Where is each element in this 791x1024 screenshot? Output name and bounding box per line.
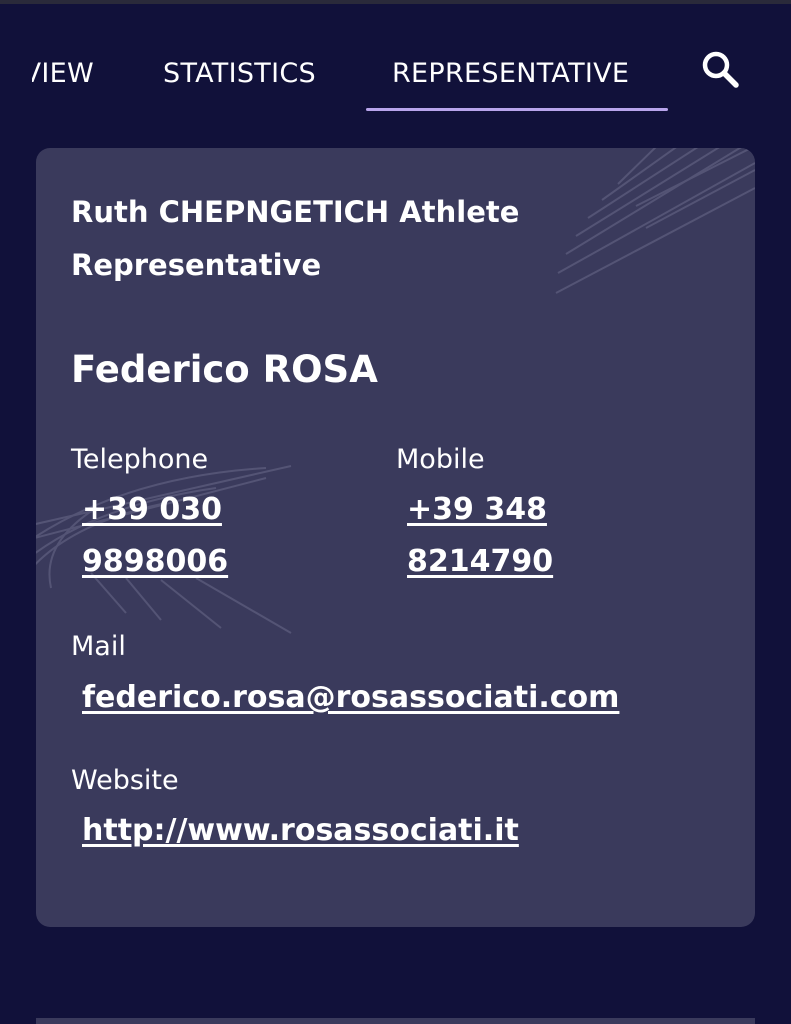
telephone-link[interactable]: +39 030 9898006 xyxy=(82,484,322,588)
card-title: Ruth CHEPNGETICH Athlete Representative xyxy=(71,195,520,282)
mail-link[interactable]: federico.rosa@rosassociati.com xyxy=(82,672,619,724)
website-label: Website xyxy=(71,765,179,796)
mobile-link[interactable]: +39 348 8214790 xyxy=(407,484,647,588)
tab-representative[interactable]: REPRESENTATIVE xyxy=(392,54,629,94)
search-icon xyxy=(702,51,739,88)
next-card-edge xyxy=(36,1018,755,1024)
representative-card: Ruth CHEPNGETICH Athlete Representative … xyxy=(36,148,755,927)
active-tab-indicator xyxy=(366,108,668,111)
telephone-label: Telephone xyxy=(71,444,209,475)
mail-label: Mail xyxy=(71,631,126,662)
tab-statistics[interactable]: STATISTICS xyxy=(163,54,316,94)
website-link[interactable]: http://www.rosassociati.it xyxy=(82,805,519,857)
tab-bar: OVERVIEW STATISTICS REPRESENTATIVE xyxy=(0,0,791,118)
representative-name: Federico ROSA xyxy=(71,348,378,391)
mobile-label: Mobile xyxy=(396,444,485,475)
tab-overview[interactable]: OVERVIEW xyxy=(32,54,94,94)
search-button[interactable] xyxy=(696,46,744,94)
